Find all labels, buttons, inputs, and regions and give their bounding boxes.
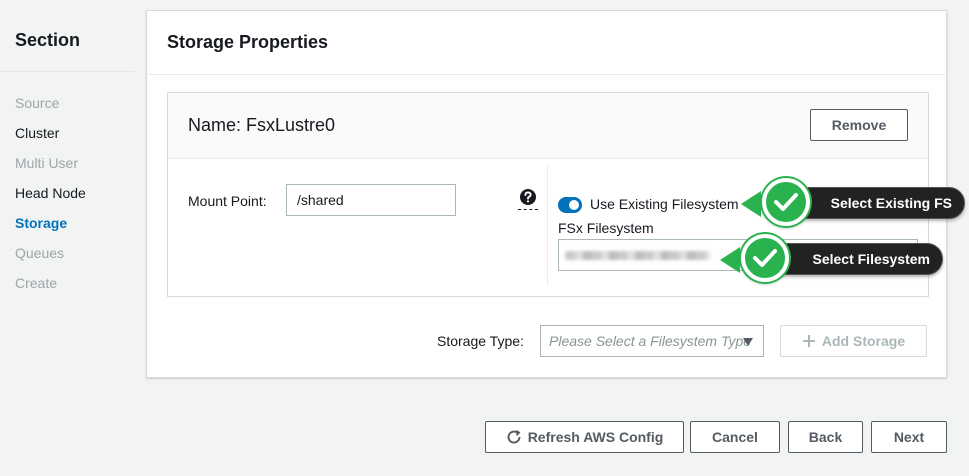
refresh-icon (507, 429, 521, 444)
fsx-filesystem-label: FSx Filesystem (558, 220, 654, 236)
use-existing-toggle[interactable] (558, 197, 582, 213)
annotation-pointer (741, 191, 761, 217)
refresh-label: Refresh AWS Config (527, 429, 664, 445)
refresh-aws-config-button[interactable]: Refresh AWS Config (485, 421, 684, 453)
redacted-value (565, 251, 710, 260)
mount-point-input[interactable]: /shared (286, 184, 456, 216)
sidebar-title: Section (15, 30, 81, 50)
check-circle-icon (741, 234, 789, 282)
sidebar-divider (0, 71, 135, 72)
annotation-select-filesystem: Select Filesystem (765, 243, 943, 275)
sidebar-item-create: Create (15, 275, 58, 291)
remove-button[interactable]: Remove (810, 109, 908, 141)
cancel-button[interactable]: Cancel (690, 421, 780, 453)
storage-card-body: Mount Point: /shared Use Existing Filesy… (168, 159, 928, 296)
page-title: Storage Properties (167, 32, 329, 52)
storage-card-header: Name: FsxLustre0 Remove (168, 93, 928, 159)
checkmark-icon (753, 249, 777, 267)
sidebar-item-head-node[interactable]: Head Node (15, 185, 86, 201)
use-existing-label: Use Existing Filesystem (590, 196, 739, 212)
sidebar-item-queues: Queues (15, 245, 65, 261)
plus-icon (802, 335, 815, 347)
storage-type-select[interactable]: Please Select a Filesystem Type (540, 325, 764, 357)
checkmark-icon (774, 193, 798, 211)
question-circle-icon[interactable] (519, 188, 537, 206)
sidebar-item-cluster[interactable]: Cluster (15, 125, 59, 141)
caret-down-icon (743, 338, 753, 346)
annotation-pointer (720, 247, 740, 273)
add-storage-button[interactable]: Add Storage (780, 325, 927, 357)
help-underline (518, 209, 538, 210)
back-button[interactable]: Back (788, 421, 863, 453)
sidebar-item-source: Source (15, 95, 60, 111)
check-circle-icon (762, 178, 810, 226)
panel-header: Storage Properties (147, 11, 946, 75)
storage-type-label: Storage Type: (437, 333, 524, 349)
mount-point-label: Mount Point: (188, 193, 267, 209)
section-sidebar: Section Source Cluster Multi User Head N… (0, 0, 135, 476)
next-button[interactable]: Next (871, 421, 947, 453)
toggle-knob (569, 200, 579, 210)
sidebar-item-storage[interactable]: Storage (15, 215, 67, 231)
annotation-select-existing-fs: Select Existing FS (786, 187, 965, 219)
storage-type-placeholder: Please Select a Filesystem Type (549, 333, 752, 349)
column-divider (547, 164, 548, 286)
add-storage-label: Add Storage (821, 333, 906, 349)
sidebar-item-multi-user: Multi User (15, 155, 79, 171)
storage-name: Name: FsxLustre0 (188, 115, 336, 135)
